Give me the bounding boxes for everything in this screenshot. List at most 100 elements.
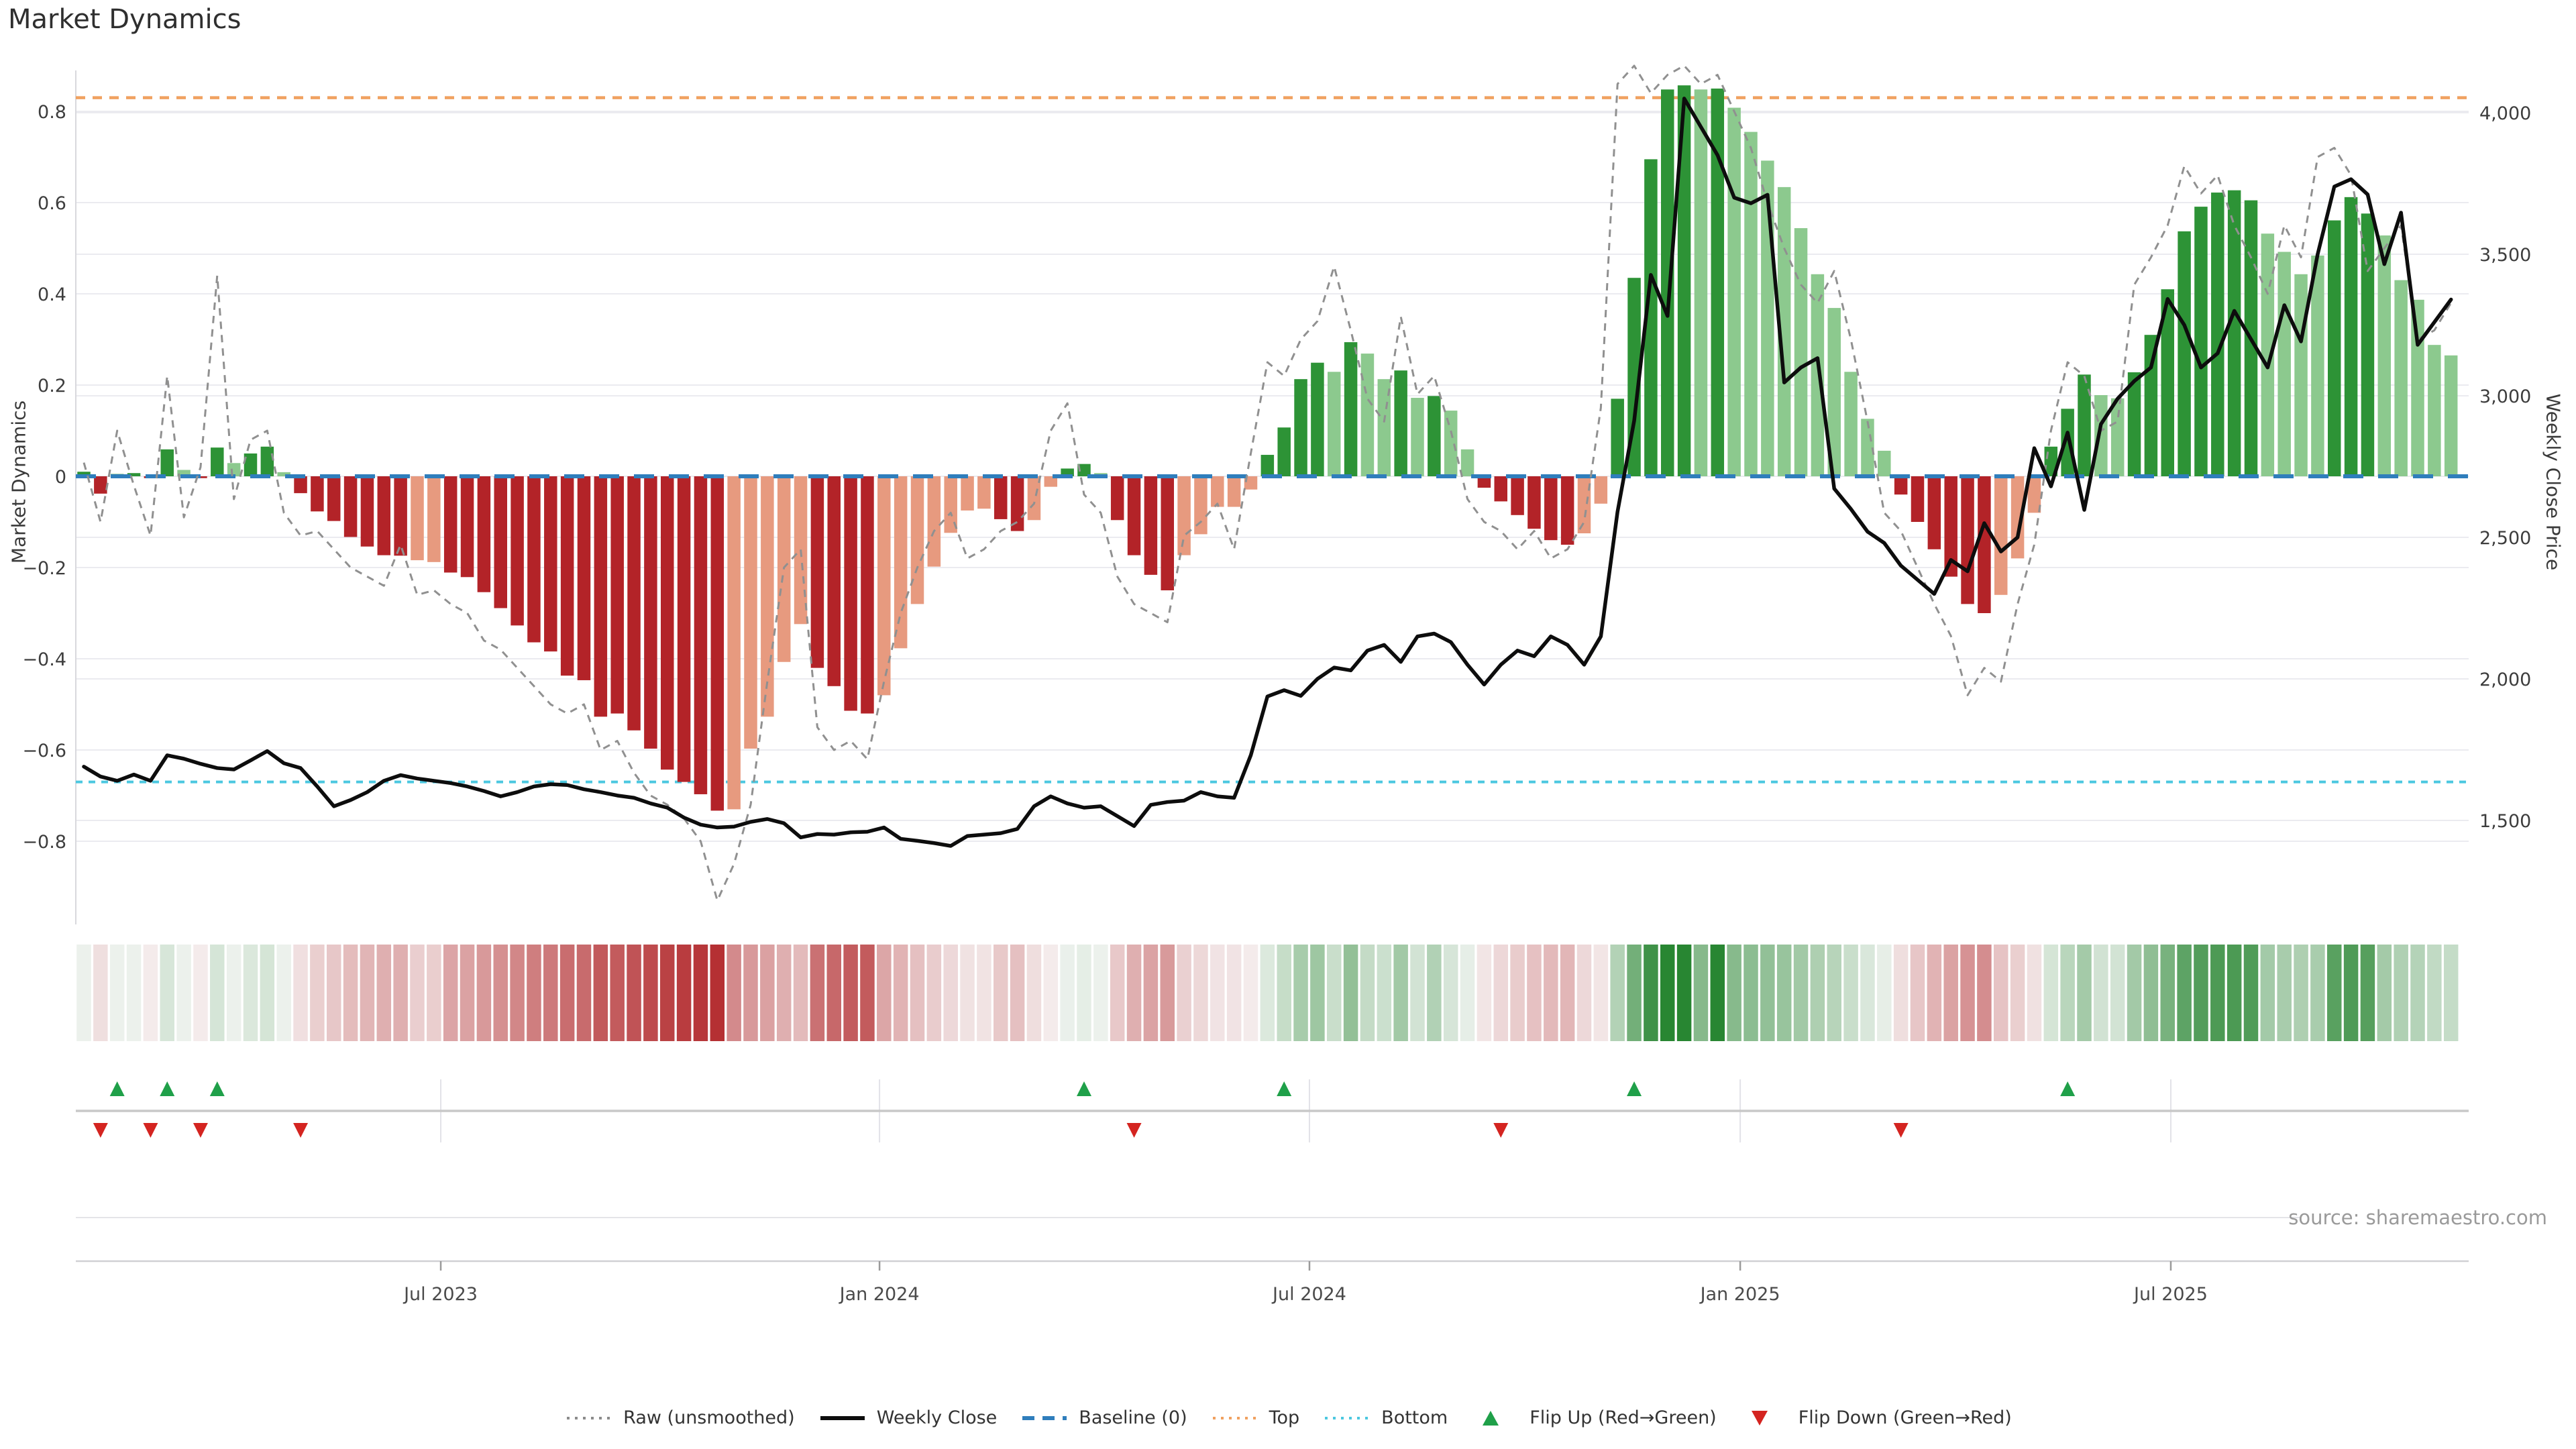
heatmap-cell xyxy=(1127,945,1142,1041)
heatmap-cell xyxy=(510,945,525,1041)
heatmap-cell xyxy=(1027,945,1042,1041)
oscillator-bar xyxy=(1294,379,1307,476)
heatmap-cell xyxy=(643,945,658,1041)
heatmap-cell xyxy=(2060,945,2075,1041)
heatmap-cell xyxy=(1560,945,1575,1041)
oscillator-bar xyxy=(511,476,524,625)
heatmap-cell xyxy=(860,945,875,1041)
heatmap-cell xyxy=(1377,945,1392,1041)
heatmap-cell xyxy=(1310,945,1325,1041)
heatmap-cell xyxy=(1743,945,1758,1041)
heatmap-cell xyxy=(1360,945,1375,1041)
oscillator-bar xyxy=(1211,476,1224,507)
flip-down-marker-icon xyxy=(293,1123,308,1138)
heatmap-cell xyxy=(2044,945,2059,1041)
oscillator-bar xyxy=(828,476,841,686)
heatmap-cell xyxy=(1977,945,1992,1041)
oscillator-bar xyxy=(2294,274,2308,476)
oscillator-bar xyxy=(1994,476,2008,595)
flip-down-marker-icon xyxy=(143,1123,158,1138)
heatmap-cell xyxy=(2177,945,2192,1041)
heatmap-cell xyxy=(110,945,125,1041)
oscillator-bar xyxy=(1328,372,1341,476)
heatmap-cell xyxy=(1393,945,1408,1041)
heatmap-cell xyxy=(160,945,175,1041)
flip-up-marker-icon xyxy=(1277,1081,1291,1096)
left-tick-label: −0.4 xyxy=(22,649,66,670)
oscillator-bar xyxy=(2361,213,2375,476)
oscillator-bar xyxy=(811,476,824,668)
flip-up-marker-icon xyxy=(210,1081,225,1096)
heatmap-cell xyxy=(2410,945,2425,1041)
heatmap-cell xyxy=(827,945,842,1041)
heatmap-cell xyxy=(710,945,725,1041)
oscillator-bar xyxy=(1344,342,1358,476)
oscillator-bar xyxy=(1028,476,1041,520)
heatmap-cell xyxy=(2394,945,2408,1041)
heatmap-cell xyxy=(810,945,825,1041)
heatmap-cell xyxy=(843,945,858,1041)
heatmap-cell xyxy=(1594,945,1609,1041)
heatmap-cell xyxy=(1144,945,1159,1041)
flip-down-marker-icon xyxy=(1894,1123,1909,1138)
heatmap-cell xyxy=(427,945,441,1041)
heatmap-cell xyxy=(2344,945,2359,1041)
heatmap-cell xyxy=(276,945,291,1041)
market-dynamics-chart-page: { "title": "Market Dynamics", "source_cr… xyxy=(0,0,2576,1449)
right-tick-label: 1,500 xyxy=(2479,811,2531,832)
heatmap-cell xyxy=(2127,945,2142,1041)
oscillator-bar xyxy=(2328,221,2341,476)
heatmap-cell xyxy=(543,945,558,1041)
oscillator-bar xyxy=(1361,354,1375,476)
heatmap-cell xyxy=(1344,945,1358,1041)
left-tick-label: 0.6 xyxy=(38,193,66,214)
oscillator-bar xyxy=(1744,132,1758,476)
heatmap-cell xyxy=(1060,945,1075,1041)
oscillator-bar xyxy=(1961,476,1974,604)
oscillator-bar xyxy=(911,476,924,604)
oscillator-bar xyxy=(2094,395,2108,476)
left-tick-label: 0 xyxy=(55,467,66,488)
oscillator-bar xyxy=(1527,476,1541,529)
heatmap-cell xyxy=(1327,945,1342,1041)
flip-down-marker-icon xyxy=(1127,1123,1142,1138)
heatmap-cell xyxy=(2227,945,2242,1041)
left-tick-label: −0.6 xyxy=(22,741,66,761)
oscillator-bar xyxy=(1727,108,1741,476)
flip-up-marker-icon xyxy=(110,1081,125,1096)
oscillator-bar xyxy=(2345,197,2358,476)
heatmap-cell xyxy=(2210,945,2225,1041)
heatmap-cell xyxy=(910,945,925,1041)
right-tick-label: 4,000 xyxy=(2479,103,2531,124)
heatmap-cell xyxy=(1727,945,1741,1041)
heatmap-cell xyxy=(2144,945,2159,1041)
legend-item-1: Weekly Close xyxy=(818,1407,998,1428)
oscillator-bar xyxy=(494,476,508,608)
oscillator-bar xyxy=(1461,449,1474,476)
oscillator-bar xyxy=(1544,476,1558,540)
heatmap-cell xyxy=(2077,945,2092,1041)
heatmap-cell xyxy=(1843,945,1858,1041)
heatmap-cell xyxy=(293,945,308,1041)
chart-legend: Raw (unsmoothed)Weekly CloseBaseline (0)… xyxy=(0,1407,2576,1428)
legend-item-2: Baseline (0) xyxy=(1020,1407,1187,1428)
heatmap-cell xyxy=(1894,945,1909,1041)
oscillator-bar xyxy=(294,476,307,493)
heatmap-cell xyxy=(2161,945,2176,1041)
oscillator-bar xyxy=(1978,476,1991,613)
heatmap-cell xyxy=(777,945,792,1041)
legend-item-label: Bottom xyxy=(1381,1407,1448,1428)
legend-item-6: Flip Down (Green→Red) xyxy=(1739,1407,2012,1428)
heatmap-cell xyxy=(1544,945,1558,1041)
triangle-down-icon xyxy=(1739,1409,1789,1428)
heatmap-cell xyxy=(1927,945,1942,1041)
oscillator-bar xyxy=(261,447,274,476)
heatmap-cell xyxy=(494,945,508,1041)
oscillator-bar xyxy=(2111,398,2125,476)
oscillator-bar xyxy=(1128,476,1141,555)
heatmap-cell xyxy=(760,945,775,1041)
heatmap-cell xyxy=(1877,945,1892,1041)
heatmap-cell xyxy=(2244,945,2259,1041)
left-tick-label: 0.8 xyxy=(38,102,66,123)
heatmap-cell xyxy=(477,945,492,1041)
